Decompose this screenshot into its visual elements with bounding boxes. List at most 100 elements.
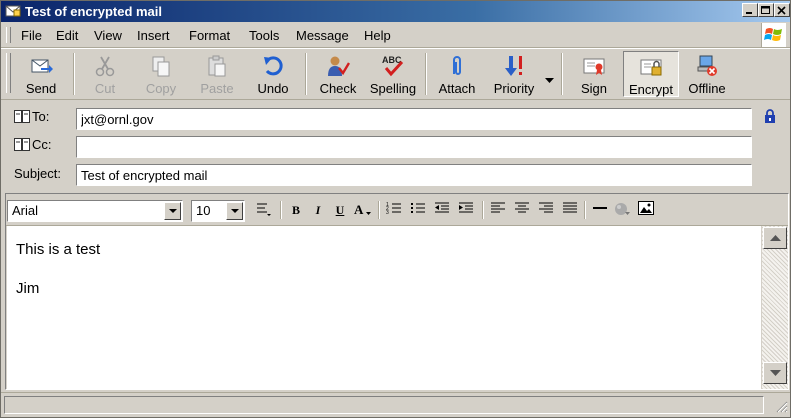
offline-button[interactable]: Offline	[683, 51, 731, 97]
maximize-button[interactable]	[758, 3, 774, 17]
menu-edit[interactable]: Edit	[56, 28, 78, 43]
size-dropdown-button[interactable]	[226, 202, 243, 220]
toolbar-separator	[425, 53, 427, 95]
align-right-icon	[539, 202, 553, 213]
to-label-button[interactable]: To:	[14, 109, 49, 126]
encrypt-button[interactable]: Encrypt	[623, 51, 679, 97]
window-title: Test of encrypted mail	[25, 4, 163, 19]
cc-label-button[interactable]: Cc:	[14, 137, 52, 154]
chevron-down-icon	[169, 209, 177, 213]
bullet-list-icon	[411, 203, 425, 213]
maximize-icon	[761, 6, 770, 14]
spelling-label: Spelling	[369, 81, 417, 96]
font-name-select[interactable]: Arial	[7, 200, 183, 222]
align-center-icon	[515, 202, 529, 213]
vertical-scrollbar[interactable]	[762, 226, 788, 389]
menu-bar: File Edit View Insert Format Tools Messa…	[1, 23, 790, 48]
menu-tools[interactable]: Tools	[249, 28, 279, 43]
cut-button[interactable]: Cut	[81, 51, 129, 97]
format-separator	[584, 201, 586, 219]
underline-icon: U	[335, 203, 345, 217]
justify-button[interactable]	[560, 201, 580, 219]
italic-icon: I	[315, 203, 321, 217]
font-size-select[interactable]: 10	[191, 200, 245, 222]
attach-button[interactable]: Attach	[433, 51, 481, 97]
menu-grip[interactable]	[6, 27, 11, 43]
menu-message[interactable]: Message	[296, 28, 349, 43]
bold-icon: B	[291, 203, 300, 217]
numbered-list-button[interactable]: 123	[384, 201, 404, 219]
align-right-button[interactable]	[536, 201, 556, 219]
send-button[interactable]: Send	[15, 51, 67, 97]
offline-icon	[695, 54, 719, 78]
status-bar	[1, 392, 790, 418]
chevron-down-icon	[231, 209, 239, 213]
check-names-button[interactable]: Check	[313, 51, 363, 97]
to-label: To:	[32, 109, 50, 124]
horizontal-line-button[interactable]	[590, 201, 610, 219]
undo-label: Undo	[257, 81, 289, 96]
spelling-button[interactable]: ABC Spelling	[367, 51, 419, 97]
arrow-up-icon	[770, 235, 781, 241]
priority-dropdown-button[interactable]	[541, 51, 557, 97]
font-dropdown-button[interactable]	[164, 202, 181, 220]
paragraph-style-button[interactable]	[254, 201, 274, 219]
attach-label: Attach	[438, 81, 476, 96]
cut-label: Cut	[94, 81, 116, 96]
minimize-icon	[746, 12, 752, 14]
send-label: Send	[25, 81, 57, 96]
priority-icon	[502, 54, 526, 78]
align-left-button[interactable]	[488, 201, 508, 219]
check-names-icon	[326, 54, 351, 78]
to-field[interactable]	[76, 108, 752, 130]
title-bar[interactable]: Test of encrypted mail	[1, 1, 790, 22]
font-color-button[interactable]: A	[352, 201, 372, 219]
cc-label: Cc:	[32, 137, 52, 152]
decrease-indent-icon	[435, 202, 449, 213]
underline-button[interactable]: U	[330, 201, 350, 219]
subject-field[interactable]	[76, 164, 752, 186]
send-icon	[29, 54, 53, 78]
chevron-down-icon	[545, 71, 554, 86]
resize-grip-icon[interactable]	[776, 401, 788, 416]
insert-picture-button[interactable]	[636, 201, 656, 219]
body-line-2: Jim	[16, 280, 40, 297]
copy-icon	[149, 54, 173, 78]
digital-signature-icon	[582, 54, 606, 78]
sign-button[interactable]: Sign	[569, 51, 619, 97]
menu-format[interactable]: Format	[189, 28, 230, 43]
format-separator	[482, 201, 484, 219]
priority-button[interactable]: Priority	[487, 51, 541, 97]
paste-button[interactable]: Paste	[193, 51, 241, 97]
copy-button[interactable]: Copy	[135, 51, 187, 97]
check-label: Check	[319, 81, 357, 96]
main-toolbar: Send Cut Copy Paste Undo Check ABC Spell…	[1, 48, 790, 100]
scroll-up-button[interactable]	[763, 227, 787, 249]
increase-indent-button[interactable]	[456, 201, 476, 219]
menu-insert[interactable]: Insert	[137, 28, 170, 43]
align-center-button[interactable]	[512, 201, 532, 219]
mail-envelope-icon	[5, 4, 21, 18]
close-button[interactable]	[774, 3, 790, 17]
cc-field[interactable]	[76, 136, 752, 158]
scroll-down-button[interactable]	[763, 362, 787, 384]
italic-button[interactable]: I	[308, 201, 328, 219]
toolbar-grip[interactable]	[6, 53, 11, 93]
minimize-button[interactable]	[742, 3, 758, 17]
decrease-indent-button[interactable]	[432, 201, 452, 219]
encrypt-icon	[639, 55, 663, 79]
numbered-list-icon: 123	[386, 202, 401, 216]
svg-text:A: A	[354, 202, 364, 217]
subject-label: Subject:	[14, 166, 61, 181]
menu-file[interactable]: File	[21, 28, 42, 43]
bullet-list-button[interactable]	[408, 201, 428, 219]
insert-link-button[interactable]	[612, 201, 632, 219]
svg-text:3: 3	[386, 210, 389, 215]
bold-button[interactable]: B	[286, 201, 306, 219]
menu-view[interactable]: View	[94, 28, 122, 43]
message-body[interactable]: This is a test Jim	[7, 226, 761, 389]
undo-button[interactable]: Undo	[247, 51, 299, 97]
close-icon	[777, 6, 786, 15]
priority-label: Priority	[493, 81, 535, 96]
menu-help[interactable]: Help	[364, 28, 391, 43]
